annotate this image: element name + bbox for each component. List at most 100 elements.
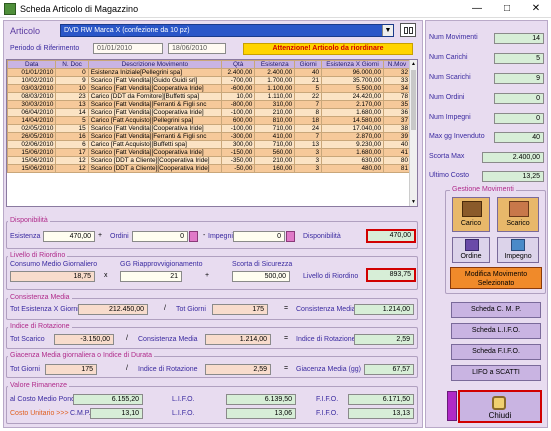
table-cell: 02/06/2010	[7, 140, 57, 149]
esistenza-field: 470,00	[43, 231, 95, 242]
minimize-button[interactable]: —	[463, 2, 491, 16]
lifo-field: 6.139,50	[226, 394, 296, 405]
minus-operator: -	[203, 232, 206, 239]
table-row[interactable]: 06/04/2010 14 Scarico [Fatt Vendita][Coope…	[7, 108, 411, 117]
riordino-title: Livello di Riordino	[8, 252, 68, 259]
table-cell: -150,00	[221, 148, 256, 157]
num-impegni-label: Num Impegni	[429, 114, 471, 121]
movimenti-table[interactable]: Data N. Doc Descrizione Movimento Qtà Esiste…	[6, 59, 418, 207]
table-cell: 710,00	[254, 124, 296, 133]
ordini-field: 0	[132, 231, 188, 242]
table-row[interactable]: 15/06/2010 17 Scarico [Fatt Vendita][Coope…	[7, 148, 411, 157]
ufifo-field: 13,13	[348, 408, 414, 419]
table-cell: 30/03/2010	[7, 100, 57, 109]
column-header[interactable]: Data	[7, 60, 57, 69]
table-row[interactable]: 08/03/2010 23 Carico [DDT da Fornitore][Bu…	[7, 92, 411, 101]
carico-button[interactable]: Carico	[452, 197, 490, 232]
articolo-select[interactable]: DVD RW Marca X (confezione da 10 pz) ▼	[60, 24, 394, 37]
consistenza-title: Consistenza Media	[8, 294, 72, 301]
num-scarichi-label: Num Scarichi	[429, 74, 471, 81]
ordini-button[interactable]	[189, 231, 198, 242]
table-cell: -350,00	[221, 156, 256, 165]
ulifo-label: L.I.F.O.	[172, 410, 195, 417]
column-header[interactable]: Esistenza	[254, 60, 296, 69]
table-cell: 0	[55, 68, 89, 77]
column-header[interactable]: Qtà	[221, 60, 256, 69]
lifo-scatti-button[interactable]: LIFO a SCATTI	[451, 365, 541, 381]
table-cell: 17.040,00	[321, 124, 385, 133]
table-cell: Scarico [Fatt Vendita][Cooperativa Iride…	[87, 108, 223, 117]
table-row[interactable]: 14/04/2010 5 Carico [Fatt Acquisto][Pelleg…	[7, 116, 411, 125]
impegni-button[interactable]	[286, 231, 295, 242]
scroll-thumb[interactable]	[411, 70, 416, 130]
app-icon	[4, 3, 16, 15]
modifica-button[interactable]: Modifica Movimento Selezionato	[450, 267, 542, 289]
box-open-icon	[509, 201, 529, 217]
consumo-label: Consumo Medio Giornaliero	[10, 261, 98, 268]
table-row[interactable]: 15/06/2010 12 Scarico [DDT a Cliente][Coop…	[7, 156, 411, 165]
table-cell: 1.110,00	[254, 92, 296, 101]
periodo-to-field[interactable]: 18/06/2010	[168, 43, 226, 54]
chiudi-label: Chiudi	[488, 411, 512, 420]
column-header[interactable]: N.Mov	[383, 60, 411, 69]
num-scarichi-field: 9	[494, 73, 544, 84]
table-cell: 36	[383, 108, 411, 117]
table-cell: 9.230,00	[321, 140, 385, 149]
table-cell: 96.000,00	[321, 68, 385, 77]
book-icon[interactable]	[400, 23, 416, 37]
scarico-button[interactable]: Scarico	[497, 197, 539, 232]
table-row[interactable]: 01/01/2010 0 Esistenza Iniziale[Pellegrini…	[7, 68, 411, 77]
table-cell: 1.680,00	[321, 108, 385, 117]
maximize-button[interactable]: □	[493, 2, 521, 16]
column-header[interactable]: Giorni	[294, 60, 323, 69]
scheda-lifo-button[interactable]: Scheda L.I.F.O.	[451, 323, 541, 339]
table-cell: -600,00	[221, 84, 256, 93]
impegno-button[interactable]: Impegno	[497, 237, 539, 263]
div-operator-2: /	[126, 335, 128, 342]
num-ordini-field: 0	[494, 93, 544, 104]
consumo-field: 18,75	[10, 271, 95, 282]
periodo-from-field[interactable]: 01/01/2010	[93, 43, 163, 54]
table-cell: 1.100,00	[254, 84, 296, 93]
tot-scarico-field: -3.150,00	[54, 334, 114, 345]
impegno-icon	[511, 239, 525, 251]
gg-field[interactable]: 21	[120, 271, 182, 282]
table-row[interactable]: 10/02/2010 9 Scarico [Fatt Vendita][Guido …	[7, 76, 411, 85]
scheda-cmp-button[interactable]: Scheda C. M. P.	[451, 302, 541, 318]
table-cell: 300,00	[221, 140, 256, 149]
table-row[interactable]: 26/05/2010 16 Scarico [Fatt Vendita][Ferra…	[7, 132, 411, 141]
table-cell: 5	[55, 116, 89, 125]
chiudi-button[interactable]: Chiudi	[458, 390, 542, 423]
column-header[interactable]: Esistenza X Giorni	[321, 60, 385, 69]
window-title: Scheda Articolo di Magazzino	[20, 4, 139, 14]
table-cell: 32	[383, 68, 411, 77]
gestione-title: Gestione Movimenti	[450, 186, 516, 193]
close-button[interactable]: ✕	[522, 2, 550, 16]
table-cell: 7	[294, 100, 323, 109]
scorta-field[interactable]: 500,00	[232, 271, 290, 282]
gg-label: GG Riapprovvigionamento	[120, 261, 203, 268]
ordine-button[interactable]: Ordine	[452, 237, 490, 263]
table-row[interactable]: 02/06/2010 6 Carico [Fatt Acquisto][Buffet…	[7, 140, 411, 149]
table-scrollbar[interactable]: ▲ ▼	[409, 60, 417, 206]
column-header[interactable]: Descrizione Movimento	[87, 60, 223, 69]
table-row[interactable]: 30/03/2010 13 Scarico [Fatt Vendita][Ferra…	[7, 100, 411, 109]
table-row[interactable]: 02/05/2010 15 Scarico [Fatt Vendita][Coope…	[7, 124, 411, 133]
scorta-max-label: Scorta Max	[429, 153, 465, 160]
ufifo-label: F.I.F.O.	[316, 410, 339, 417]
disp-label: Disponibilità	[303, 233, 341, 240]
table-cell: Scarico [Fatt Vendita][Cooperativa Iride…	[87, 148, 223, 157]
table-cell: 6	[55, 140, 89, 149]
scheda-fifo-button[interactable]: Scheda F.I.F.O.	[451, 344, 541, 360]
disponibilita-field: 470,00	[366, 229, 416, 243]
table-row[interactable]: 15/06/2010 12 Scarico [DDT a Cliente][Coop…	[7, 164, 411, 173]
chevron-down-icon[interactable]: ▼	[382, 25, 393, 36]
table-cell: 3	[294, 156, 323, 165]
scroll-up-icon[interactable]: ▲	[410, 60, 417, 68]
table-cell: Carico [Fatt Acquisto][Buffetti spa]	[87, 140, 223, 149]
table-cell: 78	[383, 92, 411, 101]
table-row[interactable]: 03/03/2010 10 Scarico [Fatt Vendita][Coope…	[7, 84, 411, 93]
table-cell: 5.500,00	[321, 84, 385, 93]
scroll-down-icon[interactable]: ▼	[410, 198, 417, 206]
column-header[interactable]: N. Doc	[55, 60, 89, 69]
